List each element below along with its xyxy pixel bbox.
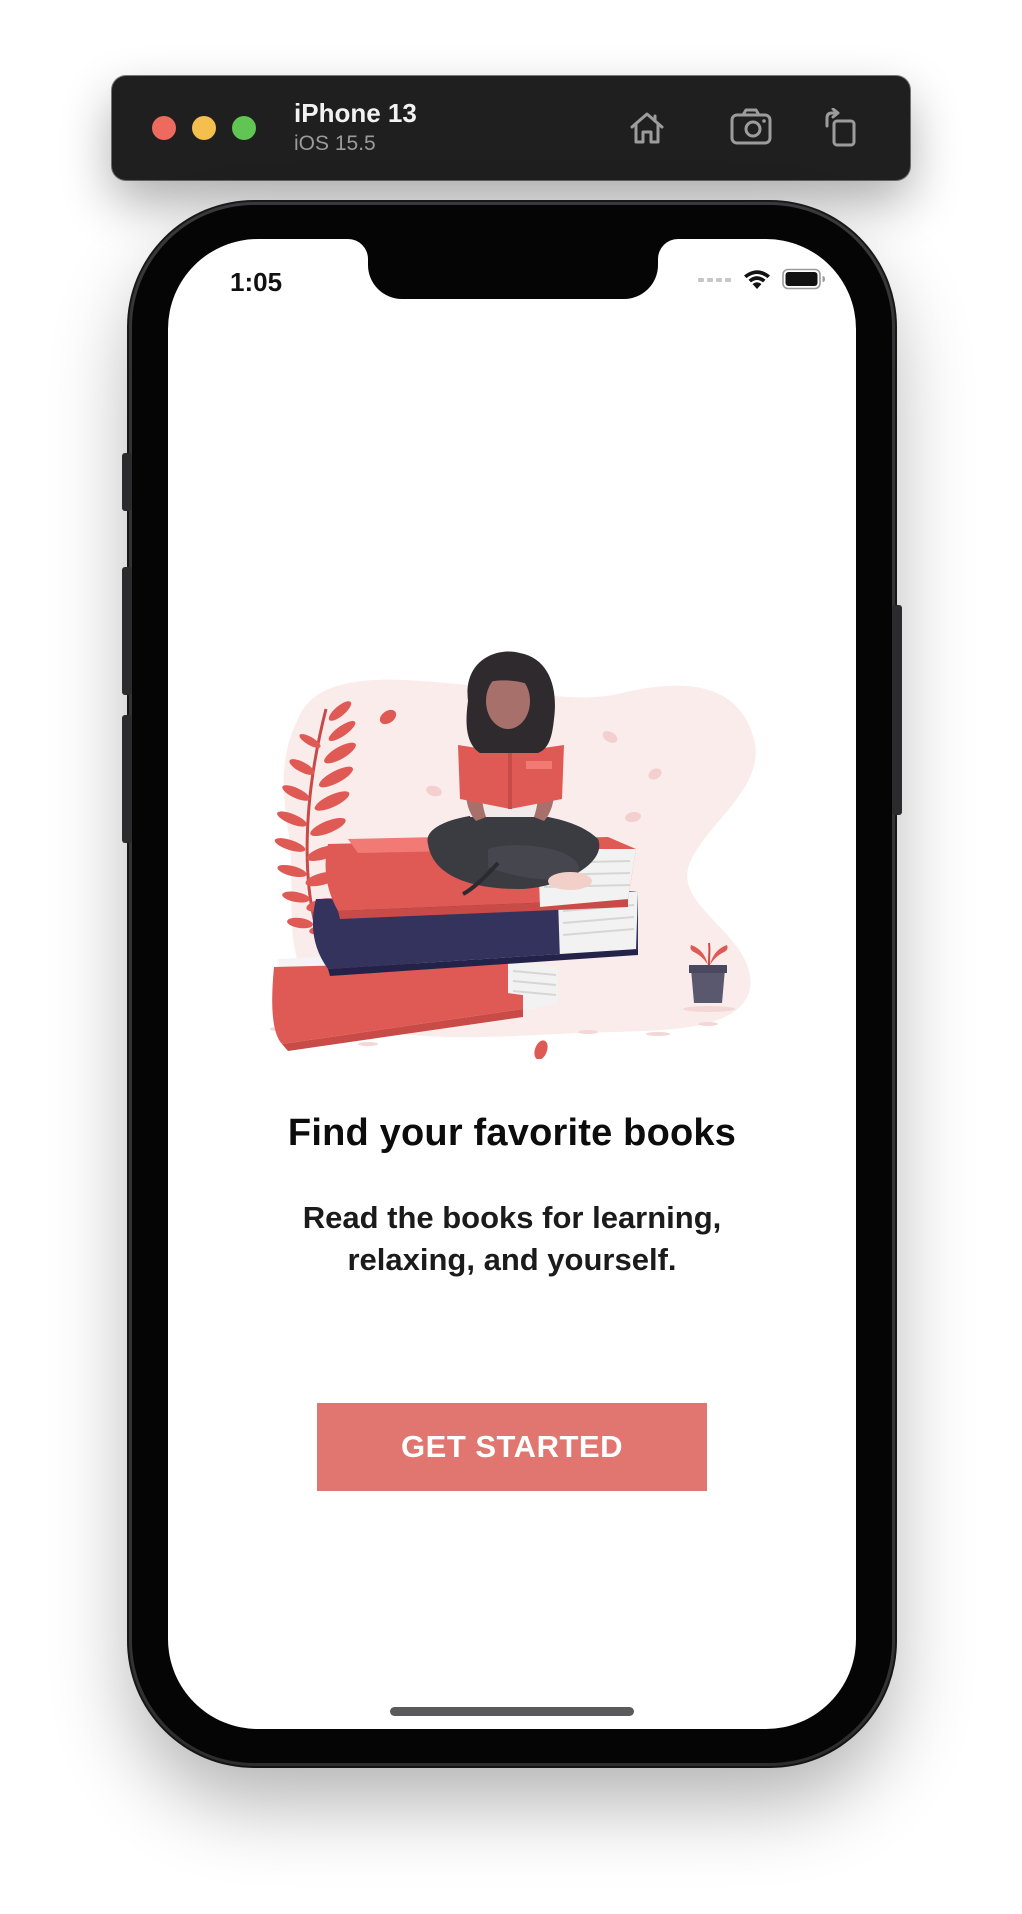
volume-up-button bbox=[122, 567, 132, 695]
rotate-button[interactable] bbox=[813, 100, 869, 156]
volume-down-button bbox=[122, 715, 132, 843]
screenshot-button[interactable] bbox=[724, 100, 780, 156]
home-indicator[interactable] bbox=[390, 1707, 634, 1716]
simulator-window: iPhone 13 iOS 15.5 1:05 Find your favori… bbox=[0, 0, 1022, 1914]
zoom-window-button[interactable] bbox=[232, 116, 256, 140]
signal-icon bbox=[698, 278, 731, 282]
wifi-icon bbox=[744, 270, 770, 289]
simulator-toolbar: iPhone 13 iOS 15.5 bbox=[112, 76, 910, 180]
minimize-window-button[interactable] bbox=[192, 116, 216, 140]
status-time: 1:05 bbox=[230, 267, 283, 297]
notch bbox=[368, 239, 658, 299]
home-icon bbox=[630, 112, 664, 144]
power-button bbox=[892, 605, 902, 815]
device-name: iPhone 13 bbox=[294, 98, 417, 128]
device-os-version: iOS 15.5 bbox=[294, 132, 376, 155]
phone-screen: 1:05 Find your favorite books Read the b… bbox=[168, 239, 856, 1729]
onboarding-title: Find your favorite books bbox=[287, 1112, 737, 1154]
screenshot-icon bbox=[730, 108, 772, 145]
battery-icon bbox=[782, 268, 825, 290]
home-button[interactable] bbox=[619, 100, 675, 156]
status-icons bbox=[698, 268, 826, 290]
close-window-button[interactable] bbox=[152, 116, 176, 140]
silent-switch bbox=[122, 453, 132, 511]
reading-woman-on-books-illustration bbox=[270, 651, 756, 1059]
onboarding-subtitle: Read the books for learning, relaxing, a… bbox=[302, 1200, 722, 1277]
rotate-icon bbox=[825, 108, 856, 147]
get-started-button[interactable]: GET STARTED bbox=[317, 1403, 707, 1491]
iphone-frame: 1:05 Find your favorite books Read the b… bbox=[122, 205, 902, 1763]
